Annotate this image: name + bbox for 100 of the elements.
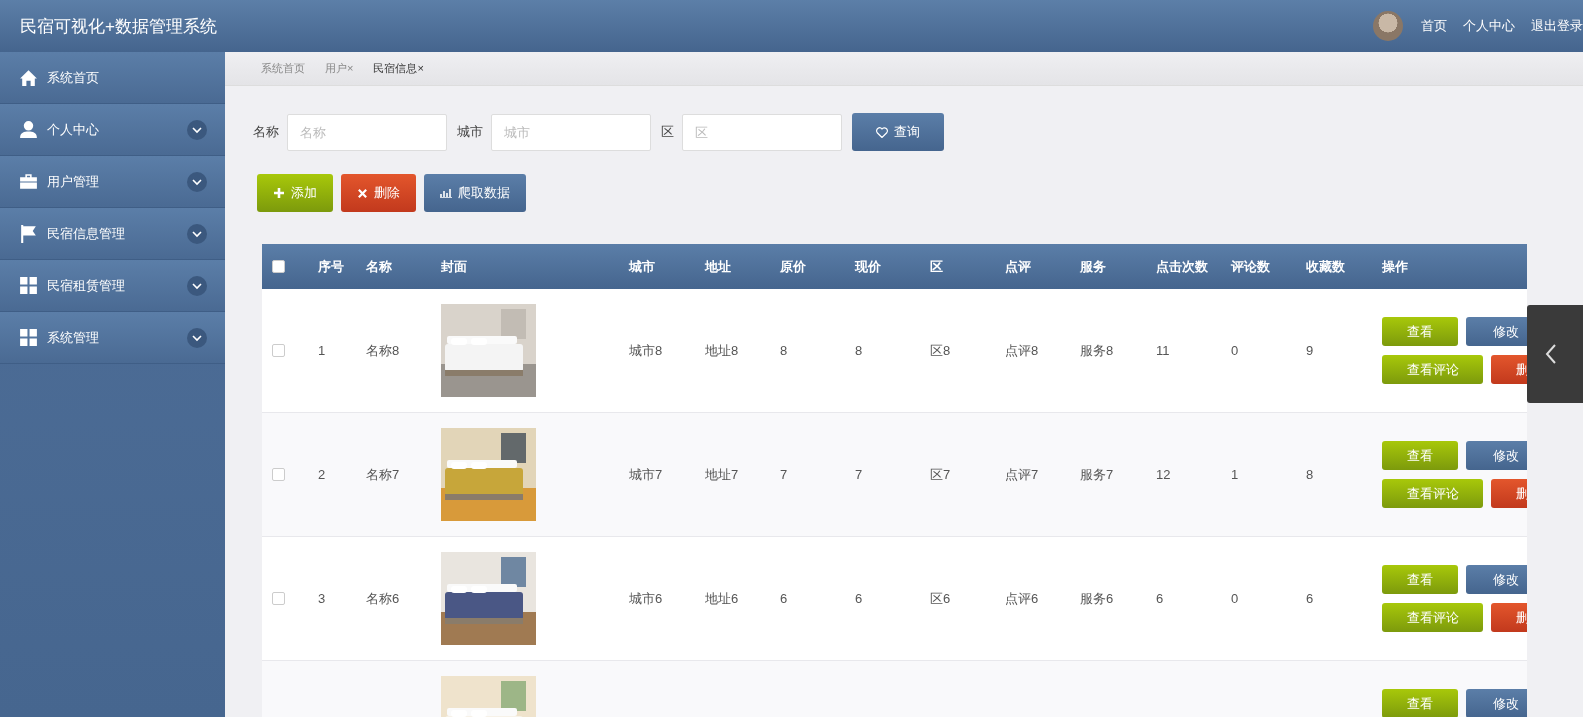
sidebar-label: 民宿信息管理 (47, 224, 126, 243)
sidebar-label: 系统管理 (47, 328, 100, 347)
table-cell-text: 1 (1231, 467, 1240, 482)
table-cell-text: 8 (855, 343, 864, 358)
checkbox[interactable] (272, 344, 285, 357)
breadcrumb-tab[interactable]: 系统首页 (261, 61, 305, 76)
grid-icon (18, 327, 39, 348)
sidebar-label: 系统首页 (47, 68, 100, 87)
sidebar-item[interactable]: 民宿租赁管理 (0, 260, 225, 312)
briefcase-icon (18, 171, 39, 192)
sidebar-item[interactable]: 个人中心 (0, 104, 225, 156)
sidebar-label: 用户管理 (47, 172, 100, 191)
view-button[interactable]: 查看 (1382, 441, 1458, 470)
table-cell-text: 6 (1306, 591, 1315, 606)
view-button[interactable]: 查看 (1382, 689, 1458, 717)
delete-button[interactable]: 删除 (341, 174, 416, 212)
column-header: 城市 (629, 257, 656, 276)
checkbox[interactable] (272, 260, 285, 273)
field-label: 区 (661, 123, 674, 141)
table-cell-text: 服务8 (1080, 341, 1115, 360)
table-cell-text: 0 (1231, 343, 1240, 358)
search-field[interactable]: 名称 (287, 113, 447, 151)
comments-button[interactable]: 查看评论 (1382, 355, 1483, 384)
checkbox[interactable] (272, 468, 285, 481)
edit-button[interactable]: 修改 (1466, 441, 1527, 470)
checkbox[interactable] (272, 592, 285, 605)
comments-button[interactable]: 查看评论 (1382, 479, 1483, 508)
plus-icon (273, 187, 285, 199)
table-cell-text: 名称6 (366, 589, 401, 608)
column-header: 现价 (855, 257, 882, 276)
edit-button[interactable]: 修改 (1466, 317, 1527, 346)
flag-icon (18, 223, 39, 244)
table-cell-text: 1 (318, 343, 327, 358)
header-link[interactable]: 退出登录 (1531, 17, 1583, 35)
column-header: 名称 (366, 257, 393, 276)
table-cell-text: 3 (318, 591, 327, 606)
column-header: 地址 (705, 257, 732, 276)
table-cell-text: 11 (1156, 343, 1171, 358)
bar-chart-icon (440, 188, 452, 198)
user-icon (18, 119, 39, 140)
column-header: 点评 (1005, 257, 1032, 276)
column-header: 操作 (1382, 257, 1409, 276)
table-cell-text: 服务7 (1080, 465, 1115, 484)
table-cell-text: 城市8 (629, 341, 664, 360)
column-header: 收藏数 (1306, 257, 1346, 276)
view-button[interactable]: 查看 (1382, 317, 1458, 346)
table-cell-text: 城市7 (629, 465, 664, 484)
breadcrumb-tab[interactable]: 民宿信息× (373, 61, 424, 76)
table-cell-text: 2 (318, 467, 327, 482)
column-header: 区 (930, 257, 944, 276)
table-cell-text: 城市6 (629, 589, 664, 608)
table-cell-text: 服务6 (1080, 589, 1115, 608)
sidebar-item[interactable]: 用户管理 (0, 156, 225, 208)
crawl-button[interactable]: 爬取数据 (424, 174, 526, 212)
comments-button[interactable]: 查看评论 (1382, 603, 1483, 632)
table-cell-text: 8 (1306, 467, 1315, 482)
chevron-left-icon (1545, 343, 1557, 365)
search-button[interactable]: 查询 (852, 113, 944, 151)
column-header: 服务 (1080, 257, 1107, 276)
sidebar-item[interactable]: 系统首页 (0, 52, 225, 104)
column-header: 原价 (780, 257, 807, 276)
field-label: 名称 (253, 123, 279, 141)
table-cell-text: 6 (1156, 591, 1165, 606)
table-cell-text: 点评8 (1005, 341, 1040, 360)
header-link[interactable]: 个人中心 (1463, 17, 1515, 35)
breadcrumb-tab[interactable]: 用户× (325, 61, 354, 76)
column-header: 评论数 (1231, 257, 1271, 276)
table-cell-text: 6 (855, 591, 864, 606)
table-cell-text: 8 (780, 343, 789, 358)
app-title: 民宿可视化+数据管理系统 (20, 15, 218, 38)
table-cell-text: 12 (1156, 467, 1172, 482)
view-button[interactable]: 查看 (1382, 565, 1458, 594)
edit-button[interactable]: 修改 (1466, 689, 1527, 717)
add-button[interactable]: 添加 (257, 174, 333, 212)
grid-icon (18, 275, 39, 296)
table-cell-text: 区7 (930, 465, 952, 484)
close-icon (357, 187, 368, 199)
table-cell-text: 点评6 (1005, 589, 1040, 608)
search-field[interactable]: 区 (682, 113, 842, 151)
side-panel-tab[interactable] (1527, 305, 1583, 403)
table-cell-text: 9 (1306, 343, 1315, 358)
field-label: 城市 (457, 123, 483, 141)
home-icon (18, 67, 39, 88)
search-field[interactable]: 城市 (491, 113, 651, 151)
table-cell-text: 区8 (930, 341, 952, 360)
sidebar-label: 个人中心 (47, 120, 100, 139)
table-cell-text: 点评7 (1005, 465, 1040, 484)
column-header: 封面 (441, 257, 468, 276)
sidebar-item[interactable]: 民宿信息管理 (0, 208, 225, 260)
column-header: 点击次数 (1156, 257, 1209, 276)
avatar[interactable] (1373, 11, 1403, 41)
heart-icon (876, 126, 888, 138)
table-cell-text: 地址7 (705, 465, 740, 484)
edit-button[interactable]: 修改 (1466, 565, 1527, 594)
table-cell-text: 地址6 (705, 589, 740, 608)
table-cell-text: 区6 (930, 589, 952, 608)
header-link[interactable]: 首页 (1421, 17, 1447, 35)
sidebar-item[interactable]: 系统管理 (0, 312, 225, 364)
table-cell-text: 7 (855, 467, 864, 482)
table-cell-text: 地址8 (705, 341, 740, 360)
